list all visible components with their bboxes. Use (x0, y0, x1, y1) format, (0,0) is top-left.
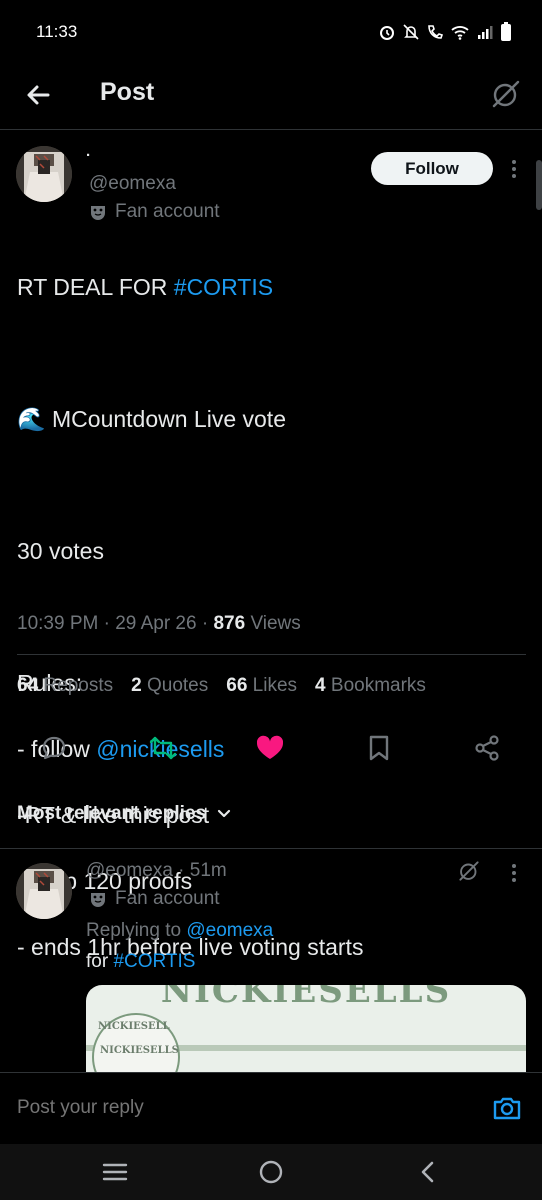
chevron-left-icon (421, 1161, 434, 1183)
masks-icon (91, 893, 105, 907)
reply-header: @eomexa · 51m (86, 860, 227, 882)
top-header: Post (0, 64, 542, 130)
replies-sort-label: Most relevant replies (17, 803, 207, 824)
masks-icon (91, 206, 105, 220)
repost-icon (149, 736, 177, 760)
camera-button[interactable] (492, 1093, 524, 1125)
replying-to: Replying to @eomexa (86, 920, 273, 942)
repost-button[interactable] (143, 728, 183, 768)
mute-icon (403, 24, 419, 40)
reply-fan-account-text: Fan account (115, 888, 220, 909)
post-stats: 64 Reposts 2 Quotes 66 Likes 4 Bookmarks (17, 675, 426, 697)
reply-grok-button[interactable] (456, 858, 484, 886)
bookmark-icon (369, 735, 389, 761)
status-bar: 11:33 (0, 0, 542, 64)
bookmark-button[interactable] (359, 728, 399, 768)
meta-sep: · (201, 613, 209, 634)
reply-media[interactable]: NICKIESELLS NICKIESELL NICKIESELLS (86, 985, 526, 1072)
reply-more-button[interactable] (504, 858, 524, 888)
chevron-down-icon (217, 809, 231, 818)
system-nav-bar (0, 1144, 542, 1200)
author-handle[interactable]: @eomexa (89, 173, 176, 195)
home-circle-icon (259, 1160, 283, 1184)
replies-sort-dropdown[interactable]: Most relevant replies (17, 803, 232, 825)
system-back-button[interactable] (410, 1156, 446, 1188)
reply-input[interactable] (17, 1097, 457, 1119)
post-line-2: 🌊 MCountdown Live vote (17, 406, 286, 432)
follow-button[interactable]: Follow (371, 152, 493, 185)
post-line-1: RT DEAL FOR #CORTIS (17, 271, 527, 304)
meta-sep: · (103, 613, 110, 634)
reply-hashtag-link[interactable]: #CORTIS (113, 951, 195, 972)
author-name[interactable]: . (86, 143, 90, 160)
replying-prefix: Replying to (86, 920, 182, 941)
reply-sep: · (178, 860, 185, 881)
share-icon (475, 735, 499, 761)
scrollbar[interactable] (536, 160, 542, 210)
post-date[interactable]: 29 Apr 26 (115, 613, 196, 634)
views-count: 876 (213, 613, 246, 634)
grok-icon (459, 861, 479, 881)
like-icon (256, 735, 284, 759)
kebab-icon (512, 864, 516, 882)
wifi-icon (451, 26, 469, 40)
camera-icon (493, 1097, 521, 1120)
fan-account-text: Fan account (115, 201, 220, 222)
like-button[interactable] (250, 728, 290, 768)
media-big-text: NICKIESELLS (160, 985, 452, 1011)
stat-reposts[interactable]: 64 Reposts (17, 675, 113, 697)
kebab-icon (512, 160, 516, 178)
avatar-image (16, 146, 72, 202)
replying-to-link[interactable]: @eomexa (186, 920, 273, 941)
reply-composer (0, 1072, 542, 1144)
reply-fan-account-label: Fan account (89, 888, 220, 910)
more-options-button[interactable] (504, 154, 524, 184)
post-time[interactable]: 10:39 PM (17, 613, 98, 634)
avatar[interactable] (16, 146, 72, 202)
recents-icon (102, 1163, 128, 1181)
fan-account-label: Fan account (89, 201, 220, 223)
divider (17, 654, 526, 655)
reply-time[interactable]: 51m (190, 860, 227, 881)
signal-icon (478, 26, 493, 39)
hashtag-link[interactable]: #CORTIS (174, 274, 273, 300)
arrow-left-icon (27, 85, 50, 105)
reply-icon (42, 736, 66, 760)
media-stamp: NICKIESELL NICKIESELLS (92, 1013, 180, 1072)
views-label: Views (250, 613, 301, 634)
stat-bookmarks[interactable]: 4 Bookmarks (315, 675, 426, 697)
status-icons (378, 22, 512, 42)
page-title: Post (100, 78, 155, 106)
back-button[interactable] (22, 78, 56, 112)
home-button[interactable] (253, 1156, 289, 1188)
reply-text: for #CORTIS (86, 951, 195, 973)
grok-button[interactable] (488, 76, 524, 112)
reply-button[interactable] (34, 728, 74, 768)
share-button[interactable] (467, 728, 507, 768)
stat-likes[interactable]: 66 Likes (226, 675, 297, 697)
grok-icon (492, 80, 520, 108)
post-meta: 10:39 PM · 29 Apr 26 · 876 Views (17, 613, 301, 635)
media-small-text-2: NICKIESELLS (100, 1045, 179, 1056)
status-time: 11:33 (36, 22, 78, 41)
media-small-text-1: NICKIESELL (98, 1021, 170, 1032)
wifi-call-icon (428, 25, 444, 39)
reply-handle[interactable]: @eomexa (86, 860, 173, 881)
avatar-image (16, 863, 72, 919)
alarm-icon (380, 26, 394, 40)
recents-button[interactable] (97, 1156, 133, 1188)
post-line-1-text: RT DEAL FOR (17, 274, 174, 300)
reply-text-plain: for (86, 951, 114, 972)
post-line-3: 30 votes (17, 538, 104, 564)
battery-icon (501, 22, 511, 41)
stat-quotes[interactable]: 2 Quotes (131, 675, 208, 697)
divider (0, 848, 542, 849)
reply-avatar[interactable] (16, 863, 72, 919)
